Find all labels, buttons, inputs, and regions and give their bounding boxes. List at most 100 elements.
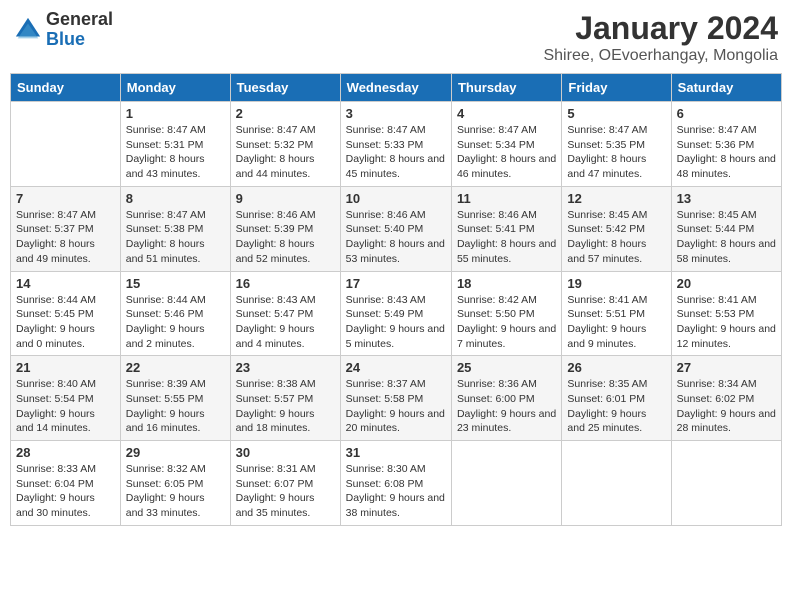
day-info: Sunrise: 8:45 AMSunset: 5:44 PMDaylight:… xyxy=(677,208,776,267)
day-info: Sunrise: 8:36 AMSunset: 6:00 PMDaylight:… xyxy=(457,377,556,436)
day-number: 20 xyxy=(677,276,776,291)
calendar-cell xyxy=(671,441,781,526)
day-info: Sunrise: 8:32 AMSunset: 6:05 PMDaylight:… xyxy=(126,462,225,521)
calendar-cell xyxy=(451,441,561,526)
weekday-header: Tuesday xyxy=(230,74,340,102)
day-number: 12 xyxy=(567,191,665,206)
day-info: Sunrise: 8:42 AMSunset: 5:50 PMDaylight:… xyxy=(457,293,556,352)
weekday-header: Wednesday xyxy=(340,74,451,102)
day-number: 5 xyxy=(567,106,665,121)
day-info: Sunrise: 8:46 AMSunset: 5:40 PMDaylight:… xyxy=(346,208,446,267)
day-number: 13 xyxy=(677,191,776,206)
day-number: 10 xyxy=(346,191,446,206)
day-number: 16 xyxy=(236,276,335,291)
day-number: 30 xyxy=(236,445,335,460)
day-number: 23 xyxy=(236,360,335,375)
day-info: Sunrise: 8:46 AMSunset: 5:39 PMDaylight:… xyxy=(236,208,335,267)
day-number: 31 xyxy=(346,445,446,460)
calendar-cell: 16 Sunrise: 8:43 AMSunset: 5:47 PMDayligh… xyxy=(230,271,340,356)
calendar-cell: 25Sunrise: 8:36 AMSunset: 6:00 PMDayligh… xyxy=(451,356,561,441)
logo-text-general: General xyxy=(46,9,113,29)
calendar-header-row: SundayMondayTuesdayWednesdayThursdayFrid… xyxy=(11,74,782,102)
day-number: 21 xyxy=(16,360,115,375)
calendar-cell: 21 Sunrise: 8:40 AMSunset: 5:54 PMDayligh… xyxy=(11,356,121,441)
calendar-cell: 11Sunrise: 8:46 AMSunset: 5:41 PMDayligh… xyxy=(451,186,561,271)
day-info: Sunrise: 8:41 AMSunset: 5:53 PMDaylight:… xyxy=(677,293,776,352)
day-number: 1 xyxy=(126,106,225,121)
calendar-cell: 4Sunrise: 8:47 AMSunset: 5:34 PMDaylight… xyxy=(451,102,561,187)
logo-icon xyxy=(14,16,42,44)
calendar-cell: 15Sunrise: 8:44 AMSunset: 5:46 PMDayligh… xyxy=(120,271,230,356)
calendar-cell: 27Sunrise: 8:34 AMSunset: 6:02 PMDayligh… xyxy=(671,356,781,441)
day-number: 8 xyxy=(126,191,225,206)
weekday-header: Monday xyxy=(120,74,230,102)
calendar-table: SundayMondayTuesdayWednesdayThursdayFrid… xyxy=(10,73,782,526)
day-info: Sunrise: 8:30 AMSunset: 6:08 PMDaylight:… xyxy=(346,462,446,521)
calendar-week-row: 14Sunrise: 8:44 AMSunset: 5:45 PMDayligh… xyxy=(11,271,782,356)
day-info: Sunrise: 8:39 AMSunset: 5:55 PMDaylight:… xyxy=(126,377,225,436)
day-info: Sunrise: 8:38 AMSunset: 5:57 PMDaylight:… xyxy=(236,377,335,436)
weekday-header: Thursday xyxy=(451,74,561,102)
day-info: Sunrise: 8:43 AMSunset: 5:47 PMDaylight:… xyxy=(236,293,335,352)
day-number: 24 xyxy=(346,360,446,375)
calendar-cell: 24 Sunrise: 8:37 AMSunset: 5:58 PMDayligh… xyxy=(340,356,451,441)
day-info: Sunrise: 8:47 AMSunset: 5:36 PMDaylight:… xyxy=(677,123,776,182)
calendar-cell: 13 Sunrise: 8:45 AMSunset: 5:44 PMDayligh… xyxy=(671,186,781,271)
day-info: Sunrise: 8:44 AMSunset: 5:45 PMDaylight:… xyxy=(16,293,115,352)
day-info: Sunrise: 8:33 AMSunset: 6:04 PMDaylight:… xyxy=(16,462,115,521)
calendar-cell: 6 Sunrise: 8:47 AMSunset: 5:36 PMDaylight… xyxy=(671,102,781,187)
calendar-cell: 31 Sunrise: 8:30 AMSunset: 6:08 PMDayligh… xyxy=(340,441,451,526)
day-info: Sunrise: 8:31 AMSunset: 6:07 PMDaylight:… xyxy=(236,462,335,521)
day-number: 18 xyxy=(457,276,556,291)
calendar-cell xyxy=(11,102,121,187)
calendar-cell: 12 Sunrise: 8:45 AMSunset: 5:42 PMDayligh… xyxy=(562,186,671,271)
day-number: 29 xyxy=(126,445,225,460)
day-info: Sunrise: 8:47 AMSunset: 5:32 PMDaylight:… xyxy=(236,123,335,182)
day-info: Sunrise: 8:47 AMSunset: 5:35 PMDaylight:… xyxy=(567,123,665,182)
calendar-cell: 2Sunrise: 8:47 AMSunset: 5:32 PMDaylight… xyxy=(230,102,340,187)
calendar-cell: 1 Sunrise: 8:47 AMSunset: 5:31 PMDaylight… xyxy=(120,102,230,187)
day-number: 19 xyxy=(567,276,665,291)
calendar-cell: 22 Sunrise: 8:39 AMSunset: 5:55 PMDayligh… xyxy=(120,356,230,441)
day-info: Sunrise: 8:41 AMSunset: 5:51 PMDaylight:… xyxy=(567,293,665,352)
day-info: Sunrise: 8:37 AMSunset: 5:58 PMDaylight:… xyxy=(346,377,446,436)
day-number: 26 xyxy=(567,360,665,375)
day-number: 27 xyxy=(677,360,776,375)
calendar-cell: 10 Sunrise: 8:46 AMSunset: 5:40 PMDayligh… xyxy=(340,186,451,271)
month-title: January 2024 xyxy=(543,10,778,47)
calendar-cell: 7Sunrise: 8:47 AMSunset: 5:37 PMDaylight… xyxy=(11,186,121,271)
calendar-week-row: 1 Sunrise: 8:47 AMSunset: 5:31 PMDaylight… xyxy=(11,102,782,187)
weekday-header: Friday xyxy=(562,74,671,102)
day-number: 6 xyxy=(677,106,776,121)
day-info: Sunrise: 8:47 AMSunset: 5:34 PMDaylight:… xyxy=(457,123,556,182)
day-number: 17 xyxy=(346,276,446,291)
calendar-cell: 17 Sunrise: 8:43 AMSunset: 5:49 PMDayligh… xyxy=(340,271,451,356)
day-info: Sunrise: 8:45 AMSunset: 5:42 PMDaylight:… xyxy=(567,208,665,267)
calendar-cell: 18 Sunrise: 8:42 AMSunset: 5:50 PMDayligh… xyxy=(451,271,561,356)
location-title: Shiree, OEvoerhangay, Mongolia xyxy=(543,47,778,65)
day-info: Sunrise: 8:46 AMSunset: 5:41 PMDaylight:… xyxy=(457,208,556,267)
weekday-header: Sunday xyxy=(11,74,121,102)
calendar-cell: 3Sunrise: 8:47 AMSunset: 5:33 PMDaylight… xyxy=(340,102,451,187)
day-number: 9 xyxy=(236,191,335,206)
title-block: January 2024 Shiree, OEvoerhangay, Mongo… xyxy=(543,10,778,65)
calendar-cell: 29 Sunrise: 8:32 AMSunset: 6:05 PMDayligh… xyxy=(120,441,230,526)
day-info: Sunrise: 8:40 AMSunset: 5:54 PMDaylight:… xyxy=(16,377,115,436)
calendar-week-row: 21 Sunrise: 8:40 AMSunset: 5:54 PMDayligh… xyxy=(11,356,782,441)
calendar-cell: 5 Sunrise: 8:47 AMSunset: 5:35 PMDaylight… xyxy=(562,102,671,187)
calendar-cell: 19 Sunrise: 8:41 AMSunset: 5:51 PMDayligh… xyxy=(562,271,671,356)
day-number: 7 xyxy=(16,191,115,206)
calendar-cell xyxy=(562,441,671,526)
calendar-cell: 28 Sunrise: 8:33 AMSunset: 6:04 PMDayligh… xyxy=(11,441,121,526)
calendar-cell: 26 Sunrise: 8:35 AMSunset: 6:01 PMDayligh… xyxy=(562,356,671,441)
day-info: Sunrise: 8:35 AMSunset: 6:01 PMDaylight:… xyxy=(567,377,665,436)
page-header: General Blue January 2024 Shiree, OEvoer… xyxy=(10,10,782,65)
day-info: Sunrise: 8:43 AMSunset: 5:49 PMDaylight:… xyxy=(346,293,446,352)
calendar-cell: 20 Sunrise: 8:41 AMSunset: 5:53 PMDayligh… xyxy=(671,271,781,356)
weekday-header: Saturday xyxy=(671,74,781,102)
day-number: 22 xyxy=(126,360,225,375)
day-info: Sunrise: 8:47 AMSunset: 5:38 PMDaylight:… xyxy=(126,208,225,267)
day-number: 28 xyxy=(16,445,115,460)
calendar-week-row: 28 Sunrise: 8:33 AMSunset: 6:04 PMDayligh… xyxy=(11,441,782,526)
day-info: Sunrise: 8:47 AMSunset: 5:31 PMDaylight:… xyxy=(126,123,225,182)
